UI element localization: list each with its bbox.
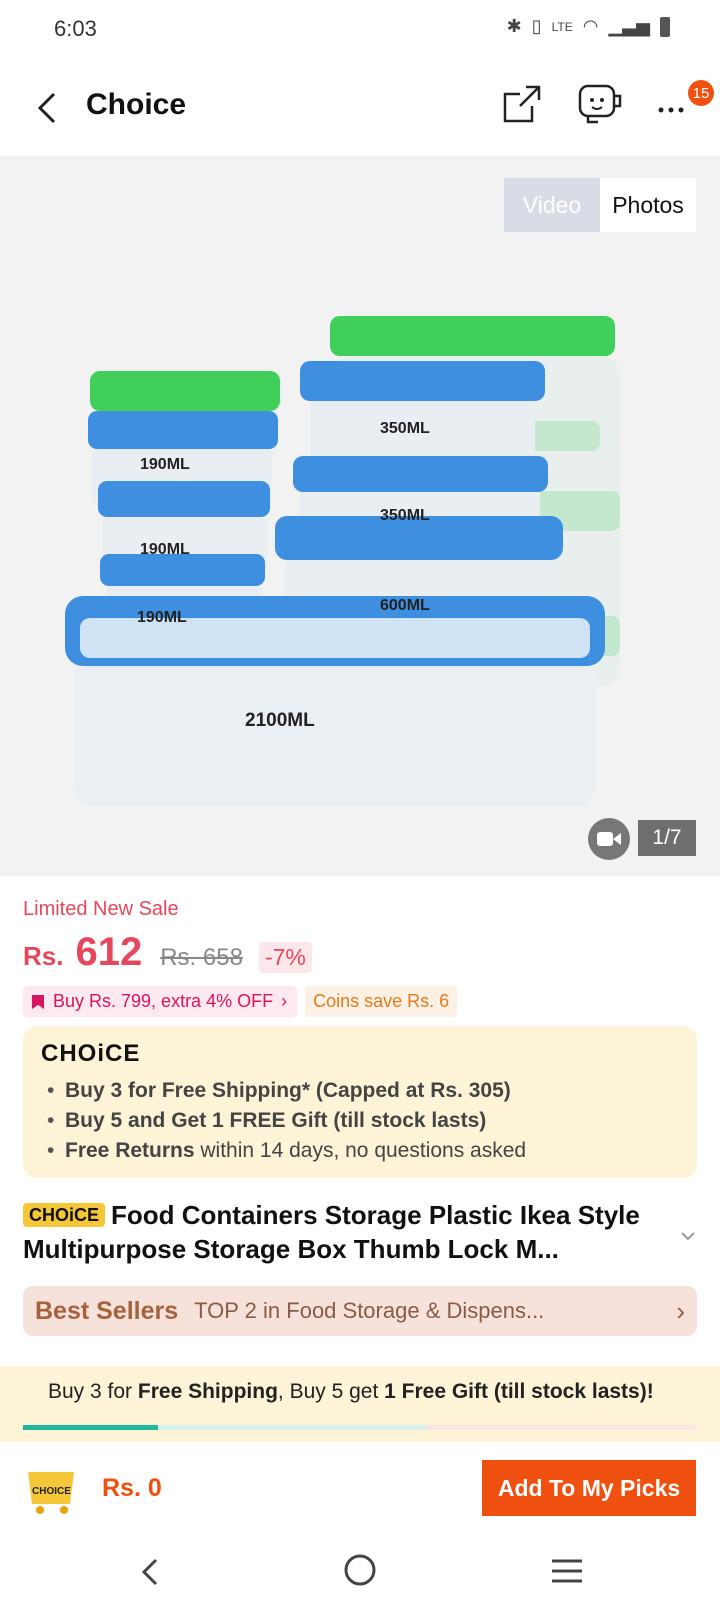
label-350ml-1: 350ML — [380, 420, 430, 437]
support-button[interactable] — [574, 82, 624, 126]
choice-cart-icon: CHOICE — [28, 1472, 74, 1514]
volte-icon: LTE — [551, 19, 573, 34]
best-sellers-rank: TOP 2 in Food Storage & Dispens... — [194, 1298, 545, 1323]
label-2100ml: 2100ML — [245, 710, 315, 731]
media-tabs: Video Photos — [504, 178, 696, 232]
expand-title-button[interactable] — [678, 1226, 698, 1246]
bluetooth-icon: ✱ — [506, 16, 522, 36]
choice-logo: CHOiCE — [41, 1040, 141, 1067]
notification-badge: 15 — [688, 80, 714, 106]
original-price: Rs. 658 — [160, 944, 243, 971]
more-button[interactable] — [656, 90, 692, 120]
product-title-text: Food Containers Storage Plastic Ikea Sty… — [23, 1200, 640, 1264]
label-190ml-2: 190ML — [140, 541, 190, 558]
product-image: 190ML 190ML 190ML 350ML 350ML 600ML 2100… — [65, 316, 620, 806]
more-dots-icon — [658, 107, 684, 113]
price-row: Rs. 612 Rs. 658 -7% — [23, 930, 312, 975]
benefits-list: Buy 3 for Free Shipping* (Capped at Rs. … — [41, 1076, 679, 1166]
progress-remaining — [427, 1425, 697, 1430]
choice-cart-button[interactable]: CHOICE — [24, 1464, 78, 1516]
nav-back-button[interactable] — [136, 1554, 166, 1590]
choice-badge: CHOiCE — [23, 1203, 106, 1227]
nav-back-icon — [141, 1558, 158, 1586]
label-350ml-2: 350ML — [380, 507, 430, 524]
tab-video[interactable]: Video — [504, 178, 600, 232]
bottom-action-bar: CHOICE Rs. 0 Add To My Picks — [0, 1442, 720, 1538]
add-to-picks-button[interactable]: Add To My Picks — [482, 1460, 696, 1516]
wifi-icon: ◠ — [582, 16, 599, 36]
video-button[interactable] — [588, 818, 630, 860]
top-bar: Choice 15 — [0, 58, 720, 156]
label-190ml-3: 190ML — [137, 609, 187, 626]
discount-badge: -7% — [258, 942, 312, 973]
coupon-promo[interactable]: Buy Rs. 799, extra 4% OFF › — [23, 986, 298, 1017]
product-title[interactable]: CHOiCE Food Containers Storage Plastic Ik… — [23, 1198, 673, 1266]
benefit-item: Buy 3 for Free Shipping* (Capped at Rs. … — [41, 1076, 679, 1106]
vibrate-icon: ▯ — [531, 16, 542, 36]
label-190ml-1: 190ML — [140, 456, 190, 473]
shipping-message: Buy 3 for Free Shipping, Buy 5 get 1 Fre… — [48, 1380, 654, 1403]
price-value: 612 — [75, 930, 143, 974]
chevron-right-icon: › — [281, 991, 288, 1011]
status-time: 6:03 — [54, 16, 97, 41]
image-counter: 1/7 — [638, 820, 696, 856]
label-600ml: 600ML — [380, 597, 430, 614]
chevron-down-icon — [681, 1232, 695, 1241]
large-container — [65, 596, 605, 806]
product-gallery[interactable]: 190ML 190ML 190ML 350ML 350ML 600ML 2100… — [0, 156, 720, 876]
picks-total: Rs. 0 — [102, 1474, 162, 1502]
battery-icon — [660, 16, 670, 37]
promo-row: Buy Rs. 799, extra 4% OFF › Coins save R… — [23, 986, 458, 1017]
share-icon — [503, 85, 541, 123]
nav-home-button[interactable] — [342, 1552, 378, 1588]
signal-icon: ▁▃▅ — [608, 16, 650, 36]
benefit-item: Free Returns within 14 days, no question… — [41, 1136, 679, 1166]
benefit-item: Buy 5 and Get 1 FREE Gift (till stock la… — [41, 1106, 679, 1136]
sale-label: Limited New Sale — [23, 898, 179, 920]
back-button[interactable] — [30, 88, 70, 128]
shipping-progress-bar: Buy 3 for Free Shipping, Buy 5 get 1 Fre… — [0, 1366, 720, 1442]
share-button[interactable] — [502, 84, 542, 124]
nav-menu-icon — [552, 1559, 582, 1583]
page-title: Choice — [86, 88, 187, 121]
progress-fill — [23, 1425, 158, 1430]
choice-benefits-box: CHOiCE Buy 3 for Free Shipping* (Capped … — [23, 1026, 697, 1178]
best-sellers-banner[interactable]: Best Sellers TOP 2 in Food Storage & Dis… — [23, 1286, 697, 1336]
tab-photos[interactable]: Photos — [600, 178, 696, 232]
best-sellers-label: Best Sellers — [35, 1296, 179, 1325]
back-arrow-icon — [37, 92, 56, 124]
coupon-icon — [32, 994, 44, 1009]
svg-text:CHOICE: CHOICE — [32, 1486, 71, 1497]
nav-menu-button[interactable] — [550, 1556, 584, 1586]
system-nav-bar — [0, 1538, 720, 1612]
coupon-text: Buy Rs. 799, extra 4% OFF — [53, 991, 274, 1011]
coins-promo: Coins save Rs. 6 — [305, 986, 458, 1017]
customer-service-icon — [578, 84, 622, 124]
status-icons: ✱ ▯ LTE ◠ ▁▃▅ — [507, 16, 670, 37]
progress-track — [23, 1425, 697, 1430]
chevron-right-icon: › — [676, 1295, 685, 1326]
video-camera-icon — [597, 832, 621, 846]
price-currency: Rs. — [23, 941, 64, 971]
nav-home-icon — [344, 1554, 376, 1586]
status-bar: 6:03 ✱ ▯ LTE ◠ ▁▃▅ — [0, 0, 720, 58]
